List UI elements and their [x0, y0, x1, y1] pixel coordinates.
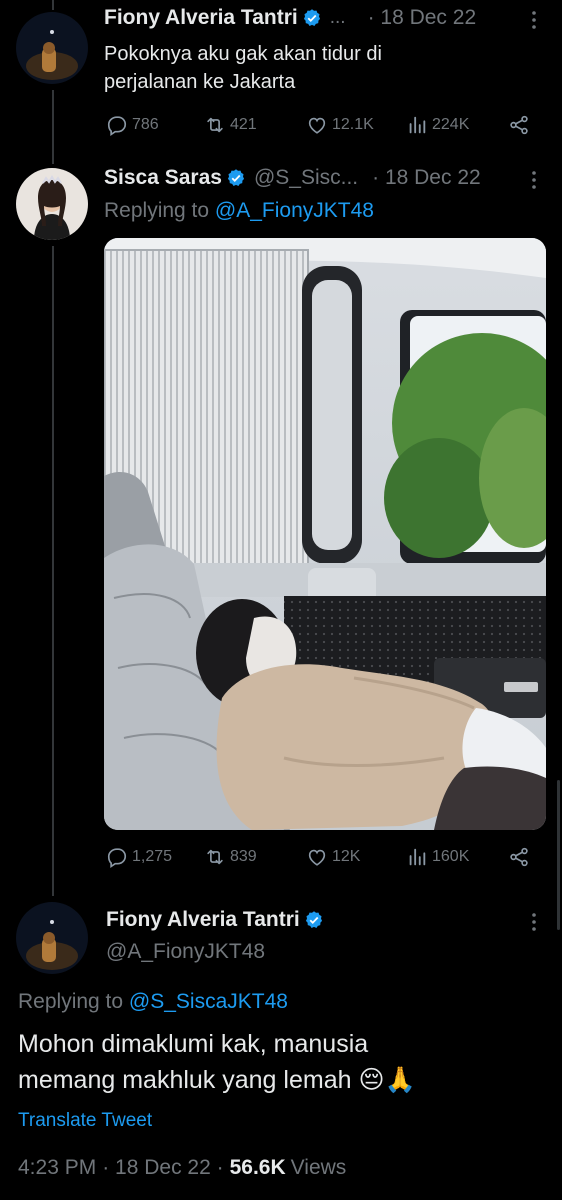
views-count: 56.6K — [229, 1156, 286, 1179]
tweet-date[interactable]: · 18 Dec 22 — [372, 166, 481, 190]
replying-to-label: Replying to — [18, 990, 129, 1013]
replying-to-handle[interactable]: @S_SiscaJKT48 — [129, 990, 288, 1014]
verified-badge-icon — [227, 169, 245, 186]
more-vertical-icon[interactable] — [526, 8, 542, 38]
thread-line-2 — [52, 246, 54, 896]
share-button[interactable] — [508, 846, 530, 868]
like-button[interactable]: 12K — [306, 846, 360, 868]
thread-line-1 — [52, 90, 54, 164]
tweet-time[interactable]: 4:23 PM — [18, 1156, 96, 1180]
reply-icon — [107, 848, 127, 868]
tweet-text-line: Pokoknya aku gak akan tidur di — [104, 43, 382, 65]
handle[interactable]: @S_Sisc... — [254, 166, 358, 190]
tweet1-header: Fiony Alveria Tantri ... · 18 Dec 22 — [104, 6, 476, 30]
tweet3-handle-row: @A_FionyJKT48 — [106, 940, 265, 964]
handle-truncated[interactable]: ... — [330, 7, 346, 29]
views-button[interactable]: 160K — [406, 846, 469, 868]
heart-icon — [308, 117, 326, 134]
replying-to: Replying to @A_FionyJKT48 — [104, 199, 374, 223]
replying-to: Replying to @S_SiscaJKT48 — [18, 990, 288, 1014]
thread-line-top — [52, 0, 54, 10]
verified-badge-icon — [303, 9, 320, 26]
views-count: 160K — [432, 848, 470, 865]
tweet3-name-row: Fiony Alveria Tantri — [106, 908, 324, 932]
tweet-text-line: perjalanan ke Jakarta — [104, 71, 296, 93]
tweet2-header: Sisca Saras @S_Sisc... · 18 Dec 22 — [104, 166, 481, 190]
replying-to-label: Replying to — [104, 199, 215, 222]
tweet1-text: Pokoknya aku gak akan tidur di perjalana… — [104, 40, 382, 96]
share-icon — [510, 847, 528, 867]
retweet-count: 421 — [230, 116, 257, 133]
like-count: 12K — [332, 848, 361, 865]
display-name[interactable]: Fiony Alveria Tantri — [106, 908, 300, 932]
more-vertical-icon[interactable] — [526, 910, 542, 940]
emoji: 😔🙏 — [358, 1066, 416, 1094]
reply-count: 1,275 — [132, 848, 173, 865]
reply-count: 786 — [132, 116, 159, 133]
views-button[interactable]: 224K — [406, 114, 469, 136]
scrollbar[interactable] — [557, 780, 560, 930]
like-count: 12.1K — [332, 116, 374, 133]
retweet-button[interactable]: 421 — [204, 114, 257, 136]
share-button[interactable] — [508, 114, 530, 136]
tweet-text-line: memang makhluk yang lemah — [18, 1066, 352, 1094]
views-count: 224K — [432, 116, 470, 133]
reply-button[interactable]: 1,275 — [106, 846, 172, 868]
display-name[interactable]: Fiony Alveria Tantri — [104, 6, 298, 30]
tweet-date[interactable]: · 18 Dec 22 — [368, 6, 477, 30]
reply-button[interactable]: 786 — [106, 114, 159, 136]
replying-to-handle[interactable]: @A_FionyJKT48 — [215, 199, 374, 223]
tweet-date[interactable]: · 18 Dec 22 · — [102, 1156, 223, 1180]
tweet-timestamp-row: 4:23 PM · 18 Dec 22 · 56.6K Views — [18, 1156, 346, 1180]
tweet3-text: Mohon dimaklumi kak, manusia memang makh… — [18, 1026, 416, 1098]
avatar[interactable] — [16, 902, 88, 974]
like-button[interactable]: 12.1K — [306, 114, 374, 136]
translate-tweet-link[interactable]: Translate Tweet — [18, 1110, 152, 1132]
retweet-count: 839 — [230, 848, 257, 865]
views-label: Views — [290, 1156, 347, 1179]
retweet-button[interactable]: 839 — [204, 846, 257, 868]
views-icon — [409, 116, 426, 134]
avatar[interactable] — [16, 168, 88, 240]
share-icon — [510, 115, 528, 135]
retweet-icon — [207, 117, 223, 133]
avatar[interactable] — [16, 12, 88, 84]
reply-icon — [107, 116, 127, 136]
retweet-icon — [207, 849, 223, 865]
verified-badge-icon — [305, 911, 322, 928]
tweet-photo[interactable] — [104, 238, 546, 830]
handle[interactable]: @A_FionyJKT48 — [106, 940, 265, 964]
more-vertical-icon[interactable] — [526, 168, 542, 198]
display-name[interactable]: Sisca Saras — [104, 166, 222, 190]
heart-icon — [308, 849, 326, 866]
tweet-text-line: Mohon dimaklumi kak, manusia — [18, 1030, 369, 1058]
views-icon — [409, 848, 426, 866]
